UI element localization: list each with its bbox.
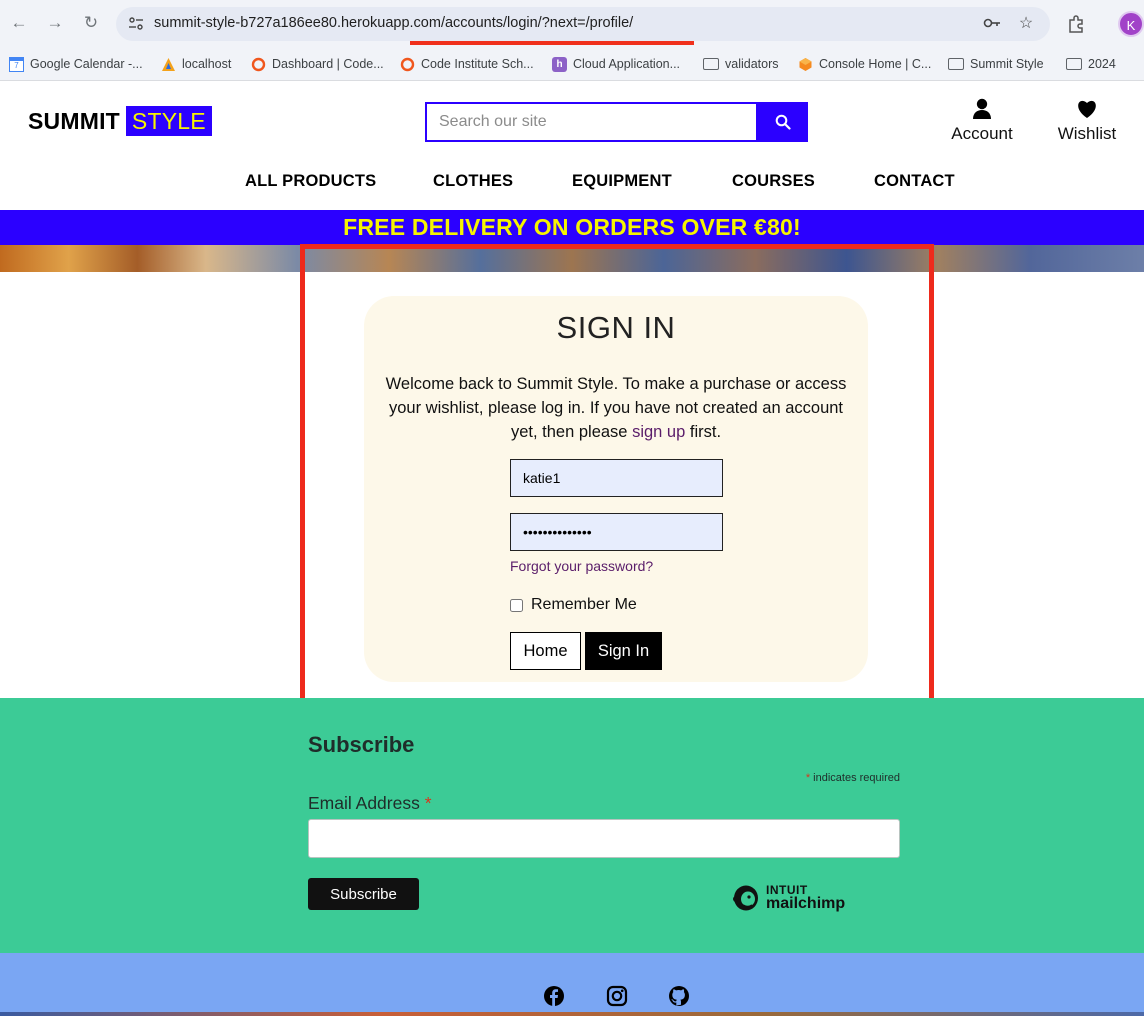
- code-institute-icon: [251, 57, 266, 71]
- reload-icon[interactable]: ↻: [80, 12, 102, 34]
- folder-icon: [948, 58, 964, 70]
- forgot-password-link[interactable]: Forgot your password?: [510, 558, 653, 574]
- bookmarks-bar: 7 Google Calendar -... localhost Dashboa…: [0, 48, 1144, 81]
- nav-contact[interactable]: CONTACT: [874, 172, 955, 191]
- bookmark-validators[interactable]: validators: [703, 54, 779, 74]
- github-icon[interactable]: [668, 985, 690, 1007]
- password-field[interactable]: [510, 513, 723, 551]
- subscribe-button[interactable]: Subscribe: [308, 878, 419, 910]
- localhost-icon: [162, 57, 175, 71]
- wishlist-link[interactable]: Wishlist: [1055, 98, 1119, 144]
- bookmark-2024[interactable]: 2024: [1066, 54, 1116, 74]
- bookmark-summit-style[interactable]: Summit Style: [948, 54, 1044, 74]
- wishlist-label: Wishlist: [1057, 124, 1117, 143]
- password-key-icon[interactable]: [982, 14, 1002, 34]
- bookmark-localhost[interactable]: localhost: [161, 54, 231, 74]
- back-icon[interactable]: ←: [8, 12, 30, 34]
- account-label: Account: [951, 124, 1013, 143]
- mailchimp-wordmark: INTUIT mailchimp: [766, 883, 846, 912]
- nav-equipment[interactable]: EQUIPMENT: [572, 172, 672, 191]
- folder-icon: [1066, 58, 1082, 70]
- site-logo[interactable]: SUMMIT STYLE: [28, 106, 212, 136]
- folder-icon: [703, 58, 719, 70]
- required-note: * indicates required: [805, 772, 900, 784]
- footer-image-edge: [0, 1012, 1144, 1016]
- search-icon: [775, 114, 791, 130]
- heart-icon: [1078, 100, 1096, 118]
- bookmark-code-institute[interactable]: Code Institute Sch...: [400, 54, 534, 74]
- search-form: [425, 102, 758, 142]
- signin-button[interactable]: Sign In: [585, 632, 662, 670]
- url-text[interactable]: summit-style-b727a186ee80.herokuapp.com/…: [154, 15, 633, 31]
- bookmark-cloud-application[interactable]: h Cloud Application...: [552, 54, 680, 74]
- mailchimp-freddie-icon: [733, 885, 758, 911]
- main-nav: ALL PRODUCTS CLOTHES EQUIPMENT COURSES C…: [0, 172, 1144, 194]
- bookmark-console-home[interactable]: Console Home | C...: [798, 54, 931, 74]
- facebook-icon[interactable]: [543, 985, 565, 1007]
- google-calendar-icon: 7: [9, 56, 24, 72]
- heroku-icon: h: [552, 56, 567, 72]
- hero-image: [0, 245, 1144, 272]
- mailchimp-logo[interactable]: INTUIT mailchimp: [730, 880, 845, 914]
- browser-toolbar: ← → ↻ summit-style-b727a186ee80.herokuap…: [0, 0, 1144, 48]
- home-button[interactable]: Home: [510, 632, 581, 670]
- logo-summit: SUMMIT: [28, 107, 120, 134]
- bookmark-google-calendar[interactable]: 7 Google Calendar -...: [9, 54, 143, 74]
- nav-all-products[interactable]: ALL PRODUCTS: [245, 172, 376, 191]
- username-field[interactable]: [510, 459, 723, 497]
- remember-me-label: Remember Me: [531, 596, 637, 613]
- url-highlight-underline: [410, 41, 694, 45]
- remember-me[interactable]: Remember Me: [510, 596, 637, 614]
- signup-link[interactable]: sign up: [632, 423, 685, 441]
- user-icon: [973, 98, 991, 119]
- extensions-icon[interactable]: [1066, 13, 1088, 35]
- site-info-icon[interactable]: [128, 16, 144, 32]
- code-institute-icon: [400, 57, 415, 71]
- site-footer: [0, 953, 1144, 1016]
- nav-clothes[interactable]: CLOTHES: [433, 172, 513, 191]
- nav-courses[interactable]: COURSES: [732, 172, 815, 191]
- page-title: SIGN IN: [556, 310, 676, 345]
- logo-style: STYLE: [125, 106, 212, 136]
- address-bar[interactable]: summit-style-b727a186ee80.herokuapp.com/…: [116, 7, 1050, 41]
- search-input[interactable]: [427, 104, 756, 140]
- email-label: Email Address *: [308, 793, 432, 813]
- aws-icon: [799, 57, 812, 71]
- subscribe-section: Subscribe * indicates required Email Add…: [0, 698, 1144, 953]
- subscribe-title: Subscribe: [308, 732, 415, 757]
- search-button[interactable]: [757, 102, 808, 142]
- signin-intro: Welcome back to Summit Style. To make a …: [385, 375, 847, 441]
- bookmark-dashboard[interactable]: Dashboard | Code...: [251, 54, 384, 74]
- account-link[interactable]: Account: [950, 98, 1014, 144]
- signin-card: SIGN IN Welcome back to Summit Style. To…: [364, 296, 868, 682]
- instagram-icon[interactable]: [606, 985, 628, 1007]
- delivery-banner: FREE DELIVERY ON ORDERS OVER €80!: [0, 210, 1144, 245]
- email-field[interactable]: [308, 819, 900, 858]
- remember-me-checkbox[interactable]: [510, 598, 523, 612]
- bookmark-star-icon[interactable]: ☆: [1016, 14, 1036, 34]
- profile-avatar[interactable]: K: [1118, 11, 1144, 37]
- forward-icon[interactable]: →: [44, 12, 66, 34]
